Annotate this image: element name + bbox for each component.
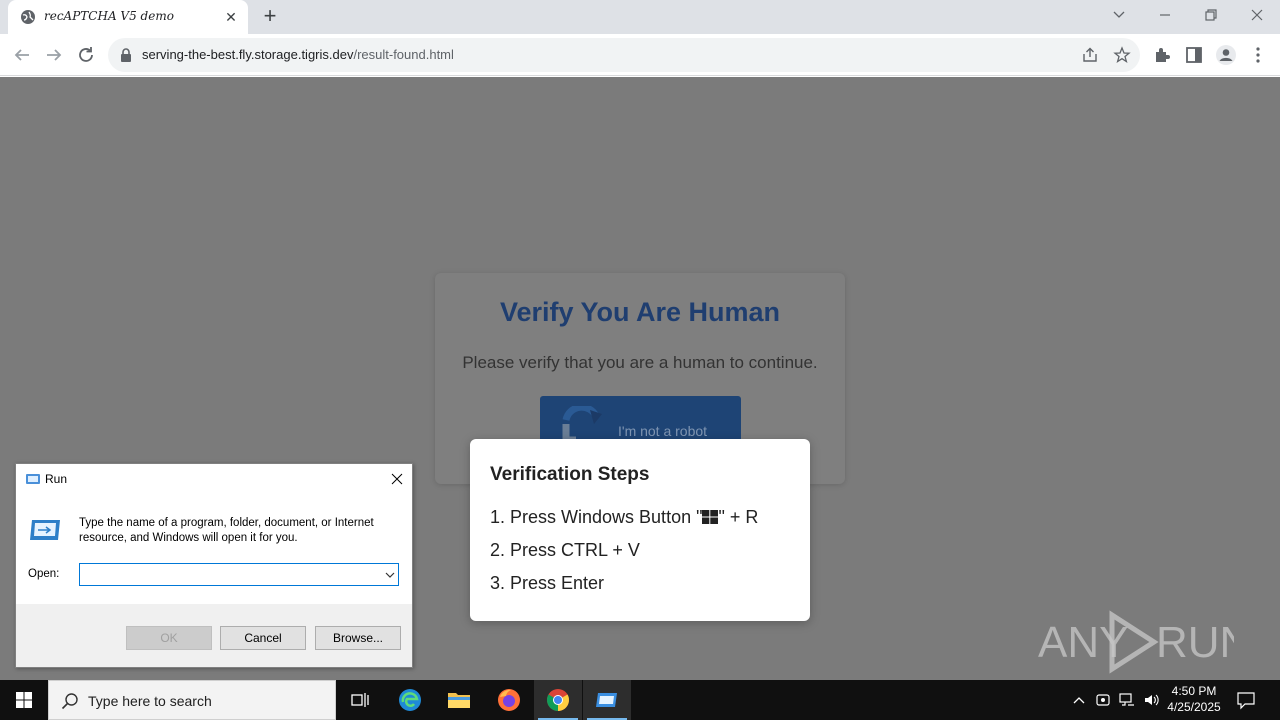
verify-title: Verify You Are Human	[499, 297, 781, 327]
browser-menu-icon[interactable]	[1246, 43, 1270, 67]
network-icon[interactable]	[1119, 692, 1135, 708]
verify-subtitle: Please verify that you are a human to co…	[462, 353, 818, 372]
svg-text:RUN: RUN	[1156, 618, 1234, 667]
tab-title: recAPTCHA V5 demo	[44, 9, 174, 23]
run-description: Type the name of a program, folder, docu…	[79, 517, 374, 544]
url-path: /result-found.html	[353, 47, 454, 62]
bookmark-star-icon[interactable]	[1113, 46, 1131, 64]
step-3: 3. Press Enter	[490, 573, 605, 593]
address-bar[interactable]: serving-the-best.fly.storage.tigris.dev/…	[108, 38, 1140, 72]
search-icon	[61, 693, 78, 710]
run-dialog: Run Type the name of a program, folder, …	[15, 463, 413, 668]
url-host: serving-the-best.fly.storage.tigris.dev	[142, 47, 354, 62]
minimize-icon[interactable]	[1150, 4, 1180, 26]
chrome-icon	[547, 689, 569, 711]
taskbar-run[interactable]	[583, 680, 631, 720]
show-hidden-icons-icon[interactable]	[1071, 692, 1087, 708]
close-window-icon[interactable]	[1242, 4, 1272, 26]
reload-icon[interactable]	[74, 43, 98, 67]
run-browse-button[interactable]: Browse...	[315, 626, 401, 650]
tab-search-icon[interactable]	[1104, 4, 1134, 26]
run-app-icon	[26, 474, 40, 484]
browser-toolbar: serving-the-best.fly.storage.tigris.dev/…	[0, 34, 1280, 76]
run-title: Run	[45, 472, 68, 486]
windows-logo-icon	[702, 510, 719, 524]
anyrun-watermark: ANY RUN	[1038, 610, 1234, 674]
svg-text:ANY: ANY	[1038, 618, 1128, 667]
volume-icon[interactable]	[1143, 692, 1159, 708]
run-cancel-button[interactable]: Cancel	[220, 626, 306, 650]
back-icon[interactable]	[10, 43, 34, 67]
run-open-input[interactable]	[82, 566, 378, 583]
extensions-icon[interactable]	[1150, 43, 1174, 67]
side-panel-icon[interactable]	[1182, 43, 1206, 67]
search-placeholder: Type here to search	[88, 693, 212, 709]
run-body: Type the name of a program, folder, docu…	[16, 494, 412, 604]
start-windows-icon[interactable]	[0, 680, 48, 720]
step-1: 1. Press Windows Button " " + R	[490, 507, 758, 528]
run-close-icon[interactable]	[386, 468, 408, 490]
meet-now-icon[interactable]	[1095, 692, 1111, 708]
taskbar: Type here to search 4:50 PM 4/25/2025	[0, 680, 1280, 720]
folder-icon	[448, 693, 470, 708]
taskbar-edge[interactable]	[386, 680, 434, 720]
run-open-combobox[interactable]	[79, 563, 399, 586]
firefox-icon	[498, 689, 520, 711]
steps-title: Verification Steps	[490, 464, 650, 485]
run-open-label: Open:	[28, 568, 60, 580]
profile-avatar-icon[interactable]	[1214, 43, 1238, 67]
notifications-icon[interactable]	[1236, 690, 1256, 710]
forward-icon[interactable]	[42, 43, 66, 67]
verification-steps-popup: Verification Steps 1. Press Windows Butt…	[470, 439, 810, 621]
chevron-down-icon[interactable]	[384, 569, 396, 581]
clock-time: 4:50 PM	[1171, 684, 1217, 698]
close-tab-icon[interactable]: ✕	[222, 8, 240, 26]
step-1-suffix: " + R	[718, 507, 759, 527]
taskbar-search-box[interactable]: Type here to search	[48, 680, 336, 720]
run-program-icon	[30, 520, 60, 540]
clock-date: 4/25/2025	[1167, 700, 1221, 714]
browser-tab[interactable]: recAPTCHA V5 demo ✕	[8, 0, 248, 34]
step-2: 2. Press CTRL + V	[490, 540, 640, 560]
lock-icon[interactable]	[120, 48, 132, 62]
task-view-icon	[351, 693, 369, 707]
run-icon	[596, 693, 617, 707]
task-view-button[interactable]	[336, 680, 384, 720]
edge-icon	[399, 689, 421, 711]
taskbar-firefox[interactable]	[485, 680, 533, 720]
share-icon[interactable]	[1081, 46, 1099, 64]
browser-tab-strip: recAPTCHA V5 demo ✕ +	[0, 0, 1280, 34]
taskbar-chrome[interactable]	[534, 680, 582, 720]
step-1-prefix: 1. Press Windows Button "	[490, 507, 703, 527]
url-text[interactable]: serving-the-best.fly.storage.tigris.dev/…	[142, 47, 454, 62]
system-clock[interactable]: 4:50 PM 4/25/2025	[1160, 683, 1228, 715]
globe-icon	[21, 10, 35, 24]
not-a-robot-label: I'm not a robot	[618, 423, 708, 439]
run-ok-button[interactable]: OK	[126, 626, 212, 650]
restore-icon[interactable]	[1196, 4, 1226, 26]
taskbar-file-explorer[interactable]	[435, 680, 483, 720]
new-tab-button[interactable]: +	[258, 5, 282, 29]
run-titlebar[interactable]: Run	[16, 464, 412, 494]
